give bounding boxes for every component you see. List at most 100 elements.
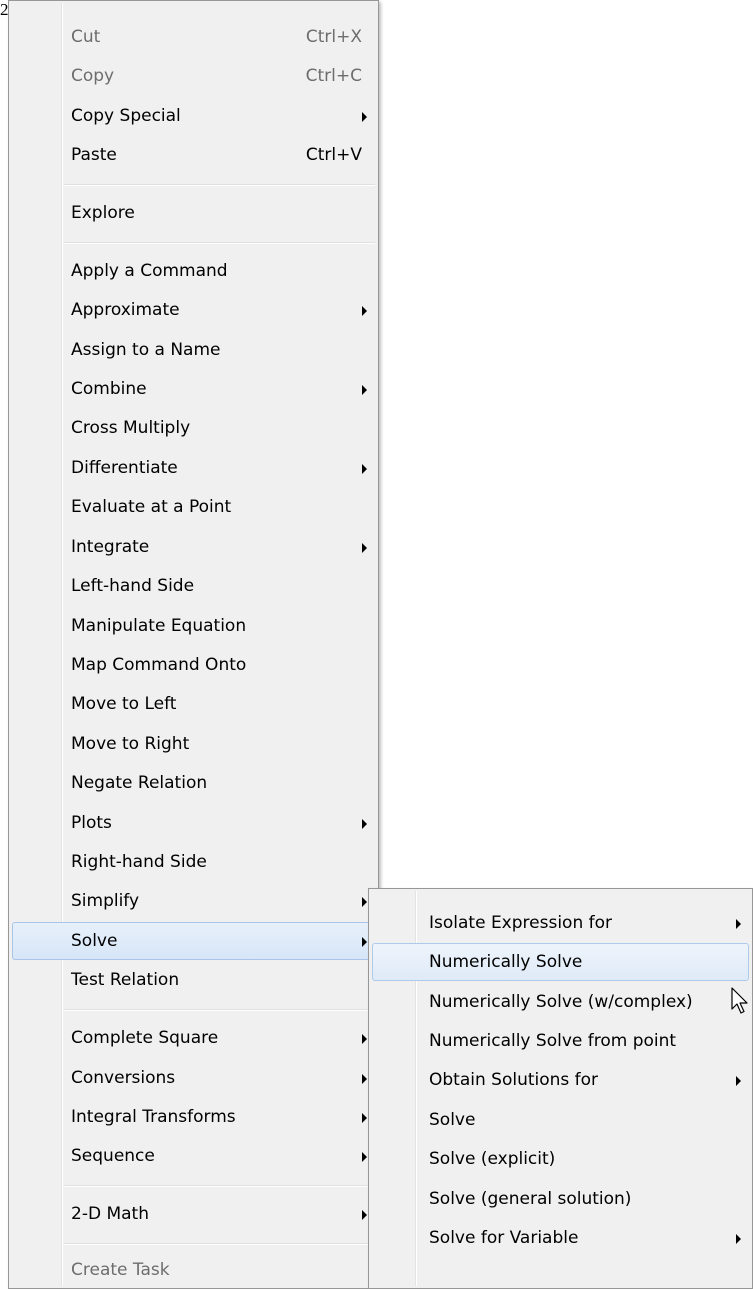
- menu-item-cross-multiply[interactable]: Cross Multiply: [12, 409, 375, 447]
- menu-item-move-to-left[interactable]: Move to Left: [12, 685, 375, 723]
- submenu-arrow-icon: [362, 1074, 367, 1084]
- menu-item-manipulate-equation[interactable]: Manipulate Equation: [12, 607, 375, 645]
- submenu-arrow-icon: [362, 1210, 367, 1220]
- menu-item-label: Map Command Onto: [71, 655, 247, 675]
- submenu-item-numerically-solve-from-point[interactable]: Numerically Solve from point: [372, 1022, 749, 1060]
- menu-item-label: Create Task: [71, 1260, 170, 1280]
- menu-item-conversions[interactable]: Conversions: [12, 1059, 375, 1097]
- menu-item-label: Conversions: [71, 1068, 176, 1088]
- menu-item-label: Integral Transforms: [71, 1107, 236, 1127]
- menu-item-label: Plots: [71, 813, 112, 833]
- menu-item-apply-a-command[interactable]: Apply a Command: [12, 252, 375, 290]
- menu-item-approximate[interactable]: Approximate: [12, 291, 375, 329]
- submenu-arrow-icon: [362, 1113, 367, 1123]
- solve-submenu: Isolate Expression for Numerically Solve…: [368, 888, 753, 1289]
- menu-item-explore[interactable]: Explore: [12, 194, 375, 232]
- menu-item-label: Solve (general solution): [429, 1189, 632, 1209]
- menu-item-label: Differentiate: [71, 458, 178, 478]
- submenu-arrow-icon: [362, 937, 367, 947]
- menu-item-label: Solve (explicit): [429, 1149, 556, 1169]
- menu-item-label: Numerically Solve (w/complex): [429, 992, 693, 1012]
- submenu-arrow-icon: [362, 464, 367, 474]
- menu-item-test-relation[interactable]: Test Relation: [12, 961, 375, 999]
- menu-item-copy[interactable]: Copy Ctrl+C: [12, 57, 375, 95]
- submenu-arrow-icon: [362, 897, 367, 907]
- submenu-item-obtain-solutions-for[interactable]: Obtain Solutions for: [372, 1061, 749, 1099]
- menu-item-label: Move to Right: [71, 734, 190, 754]
- menu-item-label: Right-hand Side: [71, 852, 207, 872]
- menu-item-label: Cross Multiply: [71, 418, 191, 438]
- menu-item-create-task[interactable]: Create Task: [12, 1251, 375, 1289]
- submenu-arrow-icon: [362, 306, 367, 316]
- menu-item-label: Simplify: [71, 891, 140, 911]
- menu-item-sequence[interactable]: Sequence: [12, 1137, 375, 1175]
- menu-item-move-to-right[interactable]: Move to Right: [12, 725, 375, 763]
- menu-item-label: Solve for Variable: [429, 1228, 579, 1248]
- menu-item-label: Paste: [71, 145, 117, 165]
- menu-item-assign-to-a-name[interactable]: Assign to a Name: [12, 331, 375, 369]
- context-menu: Cut Ctrl+X Copy Ctrl+C Copy Special Past…: [8, 0, 379, 1289]
- menu-item-copy-special[interactable]: Copy Special: [12, 97, 375, 135]
- menu-item-label: Sequence: [71, 1146, 155, 1166]
- menu-item-label: Numerically Solve from point: [429, 1031, 677, 1051]
- menu-item-shortcut: Ctrl+V: [305, 145, 362, 165]
- menu-item-label: Move to Left: [71, 694, 177, 714]
- menu-item-simplify[interactable]: Simplify: [12, 882, 375, 920]
- submenu-arrow-icon: [362, 1034, 367, 1044]
- submenu-arrow-icon: [362, 1152, 367, 1162]
- submenu-item-numerically-solve[interactable]: Numerically Solve: [372, 943, 749, 981]
- menu-separator: [64, 1009, 375, 1011]
- submenu-arrow-icon: [736, 1076, 741, 1086]
- menu-item-label: Integrate: [71, 537, 150, 557]
- menu-item-label: Test Relation: [71, 970, 180, 990]
- menu-item-shortcut: Ctrl+X: [305, 27, 362, 47]
- menu-item-label: Copy Special: [71, 106, 181, 126]
- menu-separator: [64, 1243, 375, 1245]
- menu-item-label: Approximate: [71, 300, 180, 320]
- menu-item-label: Copy: [71, 66, 115, 86]
- submenu-item-solve[interactable]: Solve: [372, 1101, 749, 1139]
- menu-item-integrate[interactable]: Integrate: [12, 528, 375, 566]
- desktop-area: 2 Cut Ctrl+X Copy Ctrl+C Copy Special Pa…: [0, 0, 753, 1289]
- submenu-item-solve-general-solution[interactable]: Solve (general solution): [372, 1180, 749, 1218]
- menu-item-plots[interactable]: Plots: [12, 804, 375, 842]
- menu-item-label: Evaluate at a Point: [71, 497, 232, 517]
- submenu-arrow-icon: [736, 1234, 741, 1244]
- submenu-arrow-icon: [362, 112, 367, 122]
- menu-item-right-hand-side[interactable]: Right-hand Side: [12, 843, 375, 881]
- menu-separator: [64, 1185, 375, 1187]
- menu-item-label: Negate Relation: [71, 773, 208, 793]
- menu-item-combine[interactable]: Combine: [12, 370, 375, 408]
- menu-item-label: Apply a Command: [71, 261, 228, 281]
- menu-item-label: Numerically Solve: [429, 952, 583, 972]
- menu-item-cut[interactable]: Cut Ctrl+X: [12, 18, 375, 56]
- submenu-item-isolate-expression-for[interactable]: Isolate Expression for: [372, 904, 749, 942]
- submenu-arrow-icon: [736, 919, 741, 929]
- menu-item-integral-transforms[interactable]: Integral Transforms: [12, 1098, 375, 1136]
- menu-item-differentiate[interactable]: Differentiate: [12, 449, 375, 487]
- submenu-item-numerically-solve-w-complex[interactable]: Numerically Solve (w/complex): [372, 983, 749, 1021]
- menu-item-label: Explore: [71, 203, 135, 223]
- menu-item-left-hand-side[interactable]: Left-hand Side: [12, 567, 375, 605]
- menu-item-label: Combine: [71, 379, 147, 399]
- menu-item-negate-relation[interactable]: Negate Relation: [12, 764, 375, 802]
- menu-item-label: Manipulate Equation: [71, 616, 247, 636]
- submenu-arrow-icon: [362, 385, 367, 395]
- mouse-pointer-icon: [731, 987, 748, 1014]
- menu-item-label: Solve: [429, 1110, 476, 1130]
- menu-item-label: Left-hand Side: [71, 576, 195, 596]
- menu-separator: [64, 242, 375, 244]
- submenu-item-solve-for-variable[interactable]: Solve for Variable: [372, 1219, 749, 1257]
- submenu-arrow-icon: [362, 543, 367, 553]
- menu-item-label: Solve: [71, 931, 118, 951]
- menu-item-label: Assign to a Name: [71, 340, 221, 360]
- menu-item-solve[interactable]: Solve: [12, 922, 375, 960]
- menu-item-label: 2-D Math: [71, 1204, 149, 1224]
- menu-item-map-command-onto[interactable]: Map Command Onto: [12, 646, 375, 684]
- menu-item-evaluate-at-a-point[interactable]: Evaluate at a Point: [12, 488, 375, 526]
- menu-item-2d-math[interactable]: 2-D Math: [12, 1195, 375, 1233]
- menu-item-paste[interactable]: Paste Ctrl+V: [12, 136, 375, 174]
- menu-item-complete-square[interactable]: Complete Square: [12, 1019, 375, 1057]
- menu-item-shortcut: Ctrl+C: [305, 66, 362, 86]
- submenu-item-solve-explicit[interactable]: Solve (explicit): [372, 1140, 749, 1178]
